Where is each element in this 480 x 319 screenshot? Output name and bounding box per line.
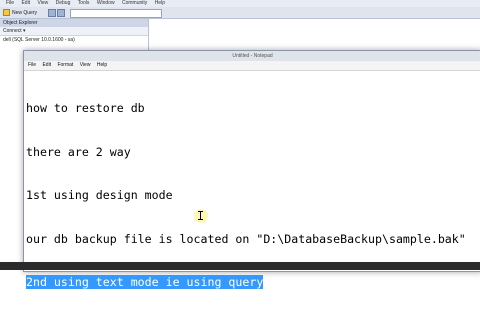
notepad-menu-format[interactable]: Format	[57, 62, 73, 68]
object-explorer-title: Object Explorer	[0, 19, 148, 27]
ssms-menu-tools[interactable]: Tools	[78, 0, 90, 6]
save-icon[interactable]	[57, 9, 65, 17]
ssms-menu-edit[interactable]: Edit	[21, 0, 30, 6]
notepad-text-area[interactable]: how to restore db there are 2 way 1st us…	[24, 71, 479, 289]
text-line: there are 2 way	[26, 144, 131, 159]
text-line: 1st using design mode	[26, 188, 173, 202]
database-combo[interactable]	[70, 9, 162, 18]
notepad-menu-view[interactable]: View	[80, 62, 91, 68]
ssms-menu-file[interactable]: File	[6, 0, 14, 6]
notepad-menu-edit[interactable]: Edit	[42, 62, 51, 68]
open-file-icon[interactable]	[48, 9, 56, 17]
selected-text-line: 2nd using text mode ie using query	[26, 275, 264, 289]
new-query-icon	[3, 9, 10, 16]
notepad-menu-file[interactable]: File	[28, 62, 36, 68]
ssms-toolbar: New Query	[0, 7, 480, 19]
server-node[interactable]: dell (SQL Server 10.0.1600 - sa)	[0, 36, 148, 44]
connect-button[interactable]: Connect ▾	[0, 27, 148, 36]
notepad-title-bar[interactable]: Untitled - Notepad	[24, 51, 480, 61]
notepad-menubar: File Edit Format View Help	[24, 61, 480, 71]
ssms-menu-debug[interactable]: Debug	[56, 0, 71, 6]
ssms-menu-window[interactable]: Window	[97, 0, 115, 6]
taskbar	[0, 262, 480, 270]
notepad-window: Untitled - Notepad File Edit Format View…	[23, 50, 480, 289]
ssms-menubar: File Edit View Debug Tools Window Commun…	[0, 0, 480, 7]
new-query-button[interactable]: New Query	[3, 9, 37, 16]
ssms-menu-help[interactable]: Help	[155, 0, 165, 6]
text-line: our db backup file is located on "D:\Dat…	[26, 231, 466, 246]
ssms-menu-view[interactable]: View	[37, 0, 48, 6]
notepad-menu-help[interactable]: Help	[97, 62, 107, 68]
ssms-menu-community[interactable]: Community	[122, 0, 147, 6]
new-query-label: New Query	[12, 9, 38, 16]
text-line: how to restore db	[26, 101, 145, 115]
notepad-text: how to restore db there are 2 way 1st us…	[26, 72, 466, 319]
text-cursor-icon	[194, 209, 208, 223]
